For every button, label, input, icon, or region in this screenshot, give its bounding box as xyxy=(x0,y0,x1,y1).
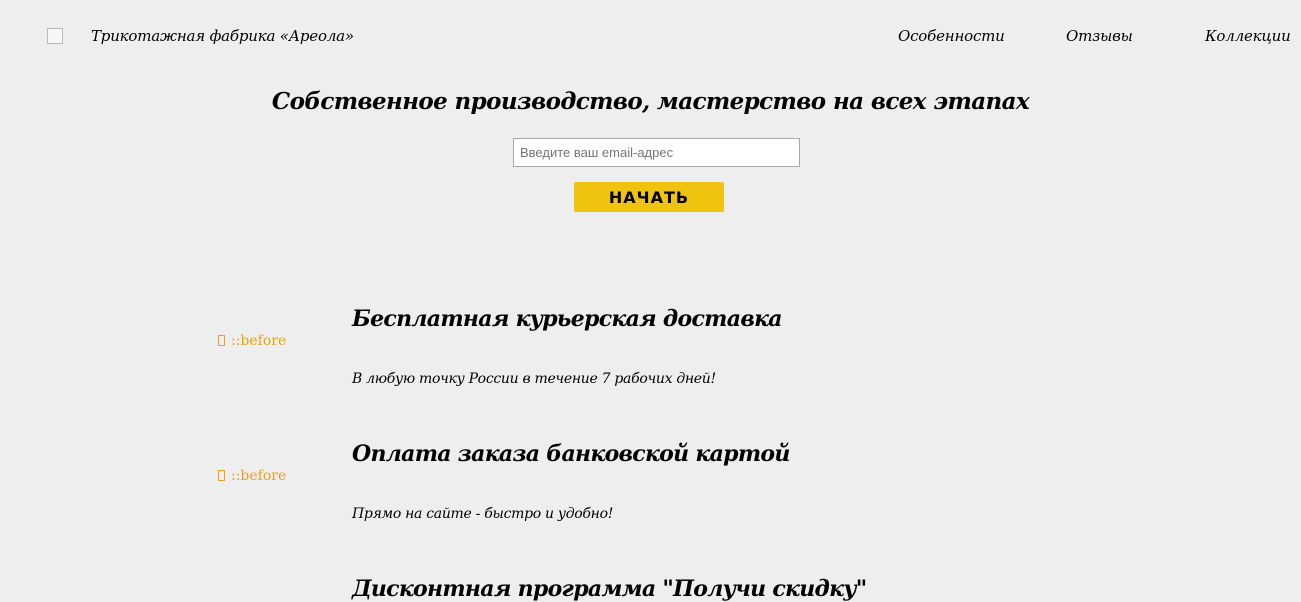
feature-title: Оплата заказа банковской картой xyxy=(352,441,790,467)
icon-placeholder-text: ::before xyxy=(231,468,287,484)
icon-placeholder-text: ::before xyxy=(231,333,287,349)
feature-title: Бесплатная курьерская доставка xyxy=(352,306,783,332)
site-header: Трикотажная фабрика «Ареола» Особенности… xyxy=(0,0,1301,72)
delivery-icon: ::before xyxy=(218,333,286,349)
start-button[interactable]: НАЧАТЬ xyxy=(574,182,724,212)
nav-link-features[interactable]: Особенности xyxy=(898,27,1005,45)
hero-title: Собственное производство, мастерство на … xyxy=(271,88,1030,115)
feature-title: Дисконтная программа "Получи скидку" xyxy=(352,576,867,602)
missing-glyph-icon xyxy=(218,470,225,481)
feature-description: В любую точку России в течение 7 рабочих… xyxy=(352,371,716,387)
logo-image xyxy=(47,28,63,44)
feature-description: Прямо на сайте - быстро и удобно! xyxy=(352,506,614,522)
missing-glyph-icon xyxy=(218,335,225,346)
email-input[interactable] xyxy=(513,138,800,167)
brand-name: Трикотажная фабрика «Ареола» xyxy=(91,27,354,45)
nav-link-collections[interactable]: Коллекции xyxy=(1205,27,1291,45)
card-payment-icon: ::before xyxy=(218,468,286,484)
nav-link-reviews[interactable]: Отзывы xyxy=(1066,27,1133,45)
